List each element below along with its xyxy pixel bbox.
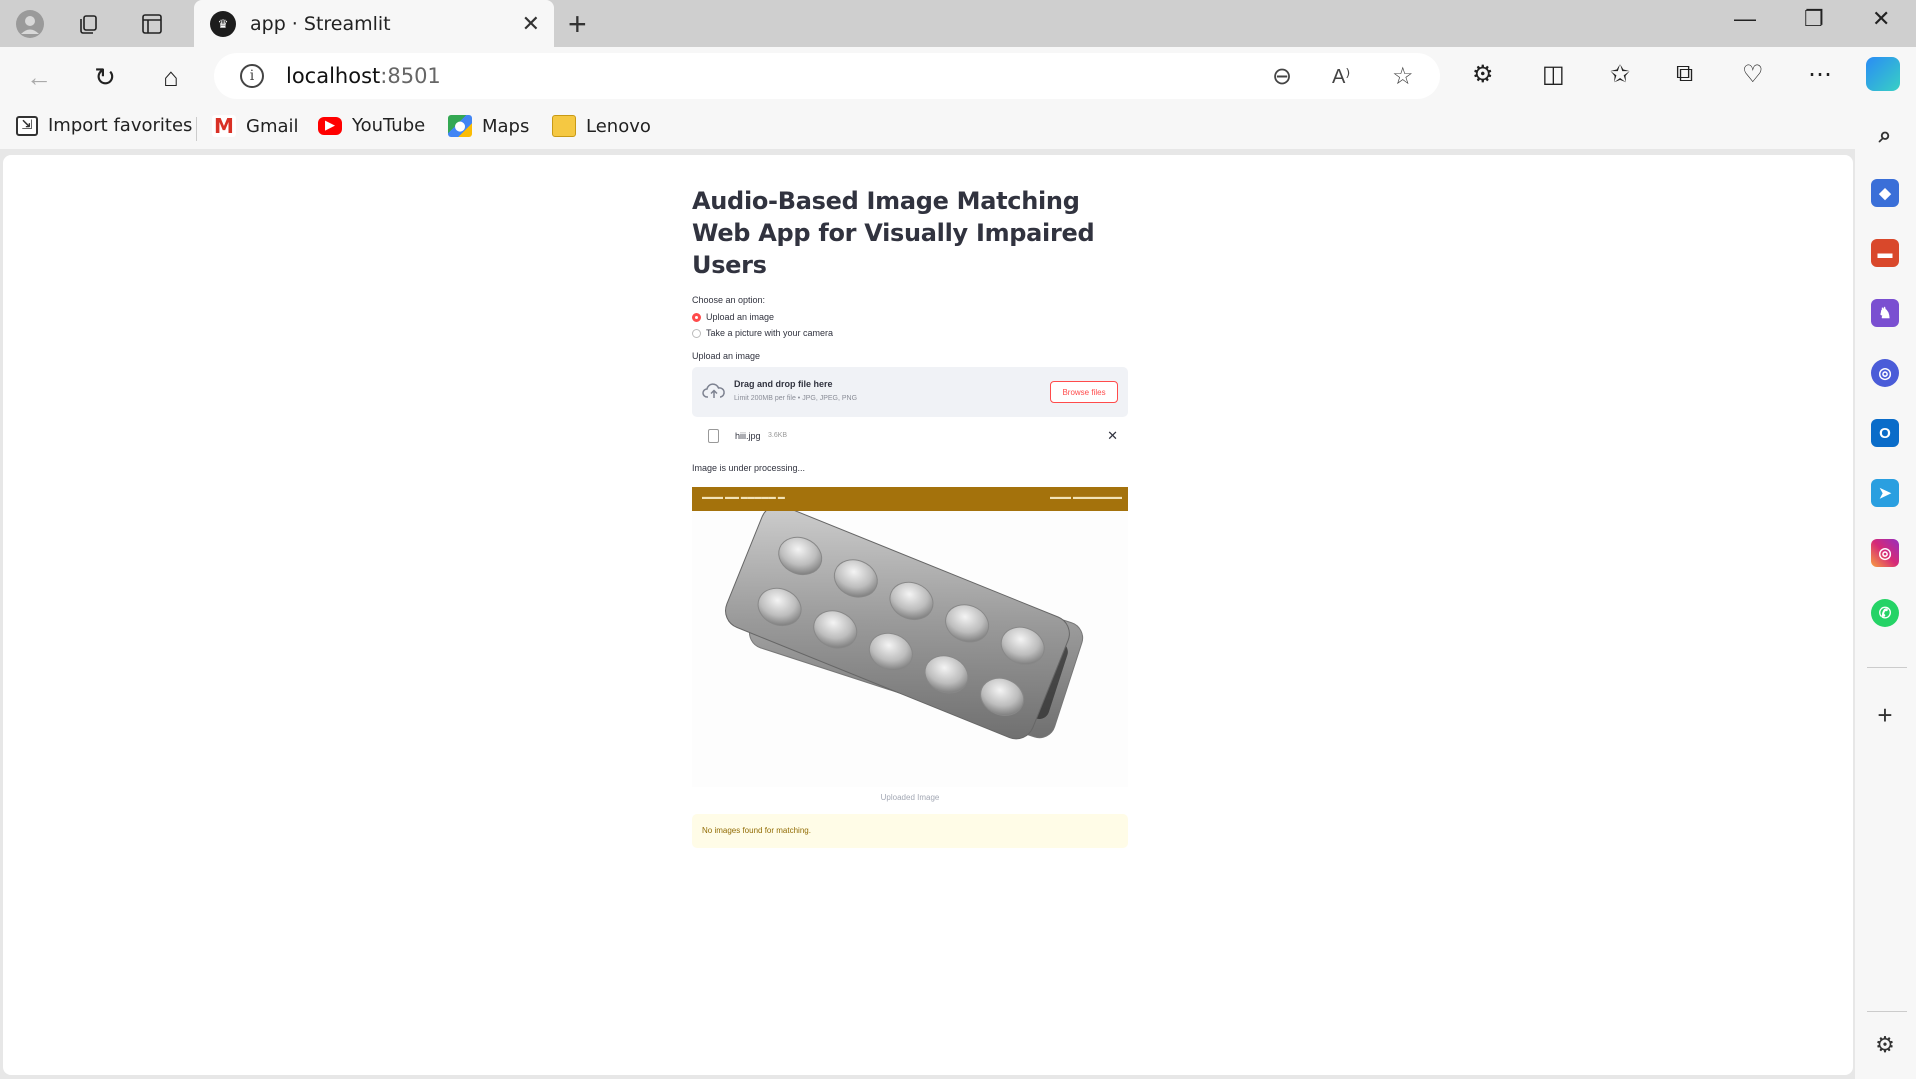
drop-icon[interactable]: ➤ (1871, 479, 1899, 507)
home-icon[interactable]: ⌂ (152, 58, 190, 96)
image-banner: ▬▬▬ ▬▬ ▬▬▬▬▬ ▬ ▬▬▬ ▬▬▬▬▬▬▬ (692, 487, 1128, 511)
streamlit-app: Audio-Based Image Matching Web App for V… (692, 185, 1128, 848)
split-screen-icon[interactable]: ◫ (1542, 60, 1565, 89)
back-icon[interactable]: ← (20, 58, 58, 96)
tab-strip: ♛ app · Streamlit ✕ + — ❐ ✕ (0, 0, 1916, 47)
favorite-gmail[interactable]: M Gmail (212, 114, 299, 138)
address-bar[interactable]: i localhost:8501 ⊖ A⁾ ☆ (214, 53, 1440, 99)
maps-icon: ● (448, 115, 472, 137)
minimize-icon[interactable]: — (1734, 6, 1756, 32)
browser-essentials-icon[interactable]: ♡ (1742, 60, 1764, 89)
remove-file-icon[interactable]: ✕ (1107, 428, 1118, 444)
file-size: 3.6KB (768, 432, 788, 439)
dropzone-limit: Limit 200MB per file • JPG, JPEG, PNG (734, 395, 858, 402)
option-radio-group: Upload an image Take a picture with your… (692, 309, 1128, 341)
favorite-youtube[interactable]: ▶ YouTube (318, 115, 425, 136)
url-text[interactable]: localhost:8501 (286, 64, 441, 88)
restore-icon[interactable]: ❐ (1804, 6, 1824, 32)
profile-icon[interactable] (10, 8, 50, 40)
zoom-out-icon[interactable]: ⊖ (1272, 62, 1292, 91)
favorite-maps[interactable]: ● Maps (448, 115, 529, 137)
favorite-lenovo[interactable]: Lenovo (552, 115, 651, 137)
processing-status: Image is under processing... (692, 463, 806, 473)
microsoft-365-icon[interactable]: ◎ (1871, 359, 1899, 387)
extensions-icon[interactable]: ⚙ (1472, 60, 1494, 89)
sidebar-settings-icon[interactable]: ⚙ (1871, 1031, 1899, 1059)
favorite-star-icon[interactable]: ☆ (1392, 62, 1414, 91)
read-aloud-icon[interactable]: A⁾ (1332, 64, 1350, 89)
uploader-label: Upload an image (692, 351, 761, 361)
radio-label: Upload an image (706, 312, 775, 322)
favorite-label: Lenovo (586, 115, 651, 137)
tab-actions-icon[interactable] (132, 8, 172, 40)
edge-sidebar: ⌕ ◆ ▬ ♞ ◎ O ➤ ◎ ✆ + ⚙ (1855, 107, 1916, 1079)
browser-toolbar: ← ↻ ⌂ i localhost:8501 ⊖ A⁾ ☆ ⚙ ◫ ✩ ⧉ ♡ … (0, 47, 1916, 107)
page-title: Audio-Based Image Matching Web App for V… (692, 187, 1095, 279)
uploaded-file-row: hiii.jpg 3.6KB ✕ (692, 417, 1128, 457)
shopping-icon[interactable]: ◆ (1871, 179, 1899, 207)
uploaded-image: ▬▬▬ ▬▬ ▬▬▬▬▬ ▬ ▬▬▬ ▬▬▬▬▬▬▬ (692, 487, 1128, 787)
favorites-bar: ⇲ Import favorites M Gmail ▶ YouTube ● M… (0, 107, 1916, 149)
tools-icon[interactable]: ▬ (1871, 239, 1899, 267)
cloud-upload-icon (702, 383, 725, 398)
pill-blister-image (725, 511, 1084, 740)
add-sidebar-app-icon[interactable]: + (1871, 700, 1899, 730)
favorites-icon[interactable]: ✩ (1610, 60, 1630, 89)
favorite-import[interactable]: ⇲ Import favorites (16, 115, 192, 136)
instagram-icon[interactable]: ◎ (1871, 539, 1899, 567)
tab-title: app · Streamlit (250, 12, 391, 35)
search-icon[interactable]: ⌕ (1871, 121, 1899, 149)
streamlit-favicon-icon: ♛ (210, 10, 236, 37)
option-label: Choose an option: (692, 295, 766, 305)
radio-label: Take a picture with your camera (706, 328, 834, 338)
outlook-icon[interactable]: O (1871, 419, 1899, 447)
import-favorites-icon: ⇲ (16, 115, 38, 136)
youtube-icon: ▶ (318, 116, 342, 135)
new-tab-icon[interactable]: + (568, 6, 587, 43)
games-icon[interactable]: ♞ (1871, 299, 1899, 327)
radio-selected-icon (692, 312, 701, 322)
collections-icon[interactable]: ⧉ (1676, 60, 1693, 88)
file-icon (708, 429, 719, 443)
favorite-label: Maps (482, 115, 530, 137)
close-window-icon[interactable]: ✕ (1872, 6, 1890, 32)
folder-icon (552, 115, 576, 137)
image-caption: Uploaded Image (880, 793, 940, 802)
radio-unselected-icon (692, 328, 701, 338)
favorite-label: Gmail (246, 115, 299, 137)
tab-active[interactable]: ♛ app · Streamlit ✕ (194, 0, 554, 47)
favorite-label: Import favorites (48, 115, 193, 136)
whatsapp-icon[interactable]: ✆ (1871, 599, 1899, 627)
dropzone-title: Drag and drop file here (734, 379, 833, 389)
gmail-icon: M (212, 114, 236, 138)
workspaces-icon[interactable] (68, 8, 108, 40)
file-dropzone[interactable]: Drag and drop file here Limit 200MB per … (692, 367, 1128, 417)
more-options-icon[interactable]: ⋯ (1808, 60, 1832, 89)
radio-take-picture[interactable]: Take a picture with your camera (692, 325, 1128, 341)
refresh-icon[interactable]: ↻ (86, 58, 124, 96)
warning-alert: No images found for matching. (692, 814, 1128, 848)
site-info-icon[interactable]: i (240, 64, 264, 88)
web-page: Audio-Based Image Matching Web App for V… (3, 155, 1853, 1075)
file-name: hiii.jpg (735, 431, 761, 441)
favorite-label: YouTube (352, 115, 426, 136)
tab-close-icon[interactable]: ✕ (522, 11, 540, 37)
copilot-icon[interactable] (1866, 57, 1900, 91)
radio-upload-image[interactable]: Upload an image (692, 309, 1128, 325)
browse-files-button[interactable]: Browse files (1050, 381, 1118, 403)
